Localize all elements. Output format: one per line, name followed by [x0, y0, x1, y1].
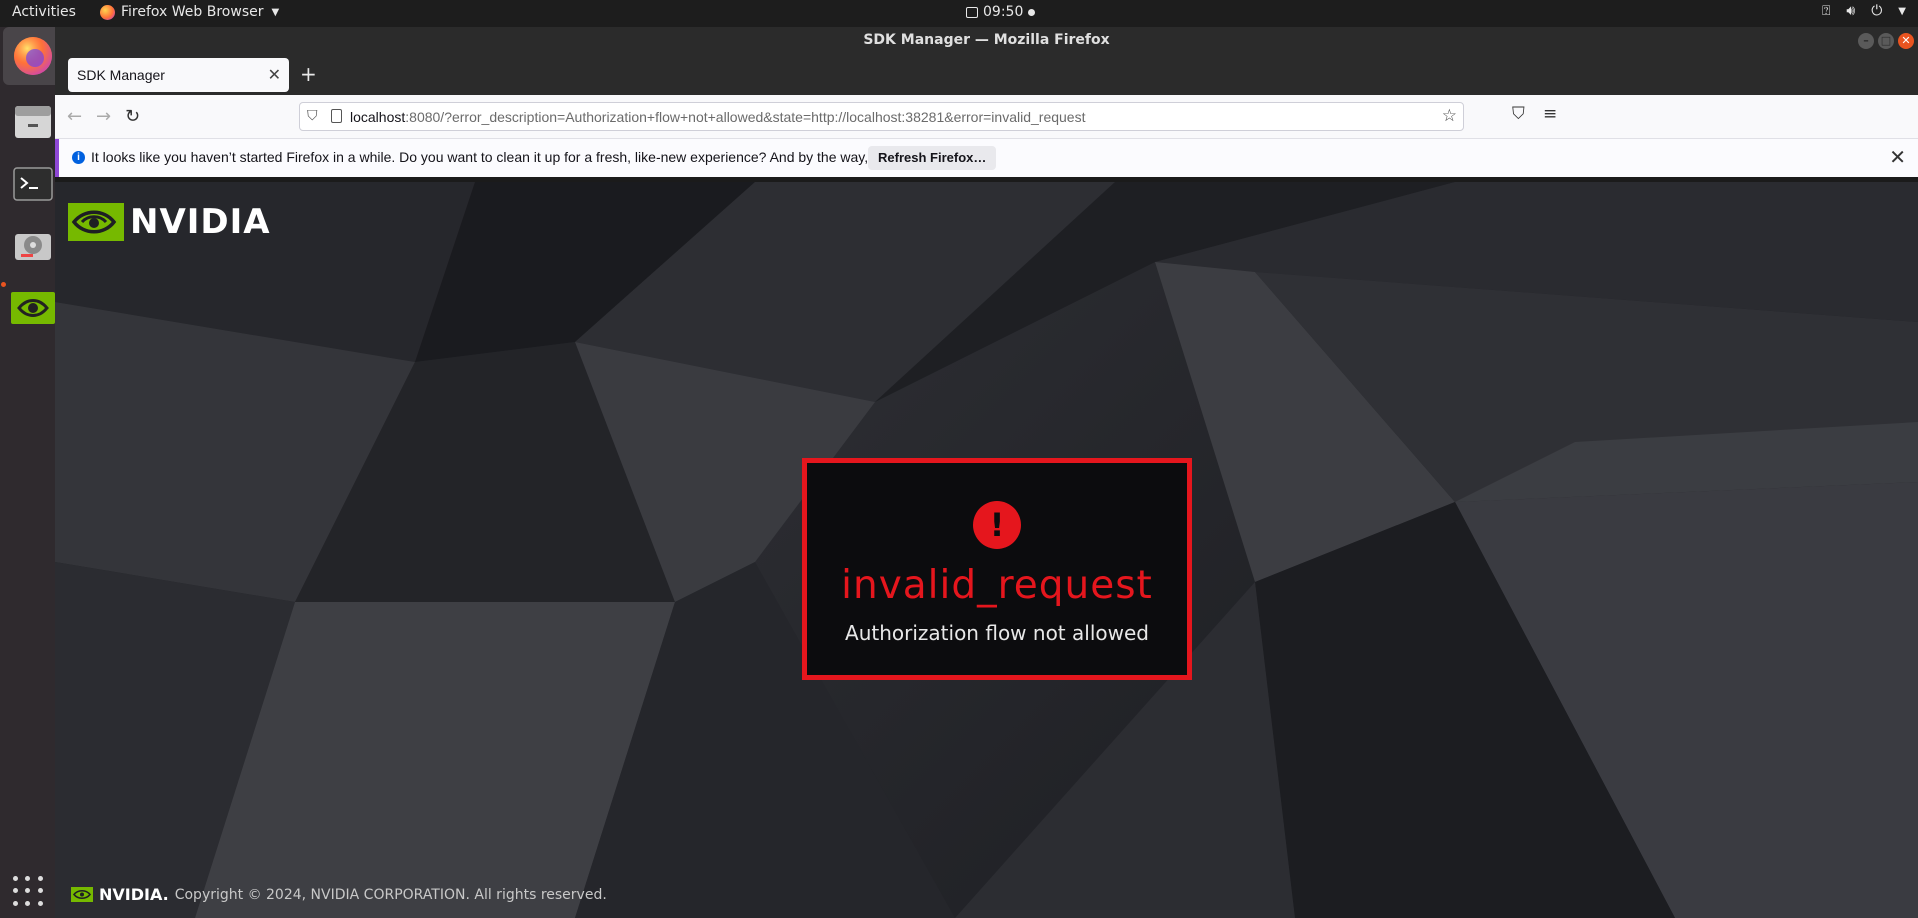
url-bar[interactable]: ⛉ localhost:8080/?error_description=Auth…: [299, 102, 1464, 131]
firefox-icon: [14, 37, 52, 75]
navigation-bar: ← → ↻ ⛉ localhost:8080/?error_descriptio…: [55, 95, 1918, 139]
window-title-bar: SDK Manager — Mozilla Firefox – □ ✕: [55, 27, 1918, 55]
tab-close-icon[interactable]: ✕: [268, 65, 281, 84]
window-title: SDK Manager — Mozilla Firefox: [863, 32, 1110, 48]
new-tab-button[interactable]: +: [300, 64, 317, 84]
brand-name: NVIDIA: [130, 202, 271, 242]
nvidia-eye-small-icon: [71, 887, 93, 902]
clock[interactable]: 09:50: [966, 4, 1036, 20]
error-exclamation-icon: !: [973, 501, 1021, 549]
close-window-button[interactable]: ✕: [1898, 33, 1914, 49]
calendar-icon: [966, 6, 978, 18]
network-icon: ⍰: [1821, 3, 1831, 19]
info-icon: i: [72, 151, 85, 164]
minimize-button[interactable]: –: [1858, 33, 1874, 49]
dock-firefox[interactable]: [3, 27, 63, 85]
caret-down-icon: ▼: [271, 6, 280, 18]
forward-button[interactable]: →: [96, 106, 111, 127]
running-indicator-icon: [1, 282, 6, 287]
maximize-button[interactable]: □: [1878, 33, 1894, 49]
caret-down-icon: ▼: [1898, 5, 1906, 17]
files-icon: [15, 106, 51, 138]
footer-brand: NVIDIA.: [99, 885, 169, 904]
terminal-icon: [13, 167, 53, 201]
url-text[interactable]: localhost:8080/?error_description=Author…: [350, 109, 1085, 125]
app-menu[interactable]: Firefox Web Browser ▼: [100, 4, 279, 20]
dock: [0, 27, 63, 918]
footer-copyright: Copyright © 2024, NVIDIA CORPORATION. Al…: [174, 886, 607, 903]
dock-terminal[interactable]: [4, 155, 62, 213]
nvidia-logo: NVIDIA: [68, 202, 271, 242]
tab-title: SDK Manager: [77, 67, 165, 83]
dock-disks[interactable]: [4, 217, 62, 275]
show-applications-button[interactable]: [13, 876, 45, 908]
firefox-icon: [100, 4, 115, 20]
tab-sdk-manager[interactable]: SDK Manager ✕: [68, 58, 289, 92]
url-host: localhost: [350, 109, 406, 125]
system-tray[interactable]: ⍰ 🔊︎ ⏻ ▼: [1822, 3, 1906, 19]
page-content: NVIDIA ! invalid_request Authorization f…: [55, 182, 1918, 918]
error-box: ! invalid_request Authorization flow not…: [802, 458, 1192, 680]
app-menu-label: Firefox Web Browser: [121, 4, 264, 20]
dock-nvidia-sdk-manager[interactable]: [4, 279, 62, 337]
power-icon: ⏻: [1871, 3, 1883, 19]
reload-button[interactable]: ↻: [125, 106, 140, 127]
nvidia-eye-icon: [11, 292, 55, 324]
volume-icon: 🔊︎: [1846, 3, 1856, 19]
error-code: invalid_request: [841, 563, 1153, 608]
footer: NVIDIA. Copyright © 2024, NVIDIA CORPORA…: [71, 885, 607, 904]
hamburger-menu-icon[interactable]: ≡: [1543, 104, 1557, 124]
url-rest: :8080/?error_description=Authorization+f…: [405, 109, 1086, 125]
activities-button[interactable]: Activities: [12, 4, 76, 20]
page-info-icon[interactable]: [331, 109, 342, 123]
disks-icon: [15, 234, 51, 260]
notification-dot-icon: [1028, 8, 1036, 16]
back-button[interactable]: ←: [67, 106, 82, 127]
tracking-protection-shield-icon[interactable]: ⛉: [307, 108, 318, 124]
notification-close-icon[interactable]: ✕: [1889, 145, 1906, 170]
notification-message: It looks like you haven’t started Firefo…: [91, 149, 965, 165]
nvidia-eye-logo-icon: [68, 203, 124, 241]
clock-time: 09:50: [983, 4, 1024, 20]
error-description: Authorization flow not allowed: [845, 621, 1149, 645]
dock-files[interactable]: [4, 93, 62, 151]
bookmark-star-icon[interactable]: ☆: [1442, 106, 1457, 126]
pocket-icon[interactable]: ⛉: [1512, 104, 1525, 124]
gnome-top-bar: Activities Firefox Web Browser ▼ 09:50 ⍰…: [0, 0, 1918, 27]
tab-strip: SDK Manager ✕ +: [55, 55, 1918, 95]
refresh-firefox-button[interactable]: Refresh Firefox…: [868, 146, 997, 170]
notification-bar: i It looks like you haven’t started Fire…: [55, 139, 1918, 177]
